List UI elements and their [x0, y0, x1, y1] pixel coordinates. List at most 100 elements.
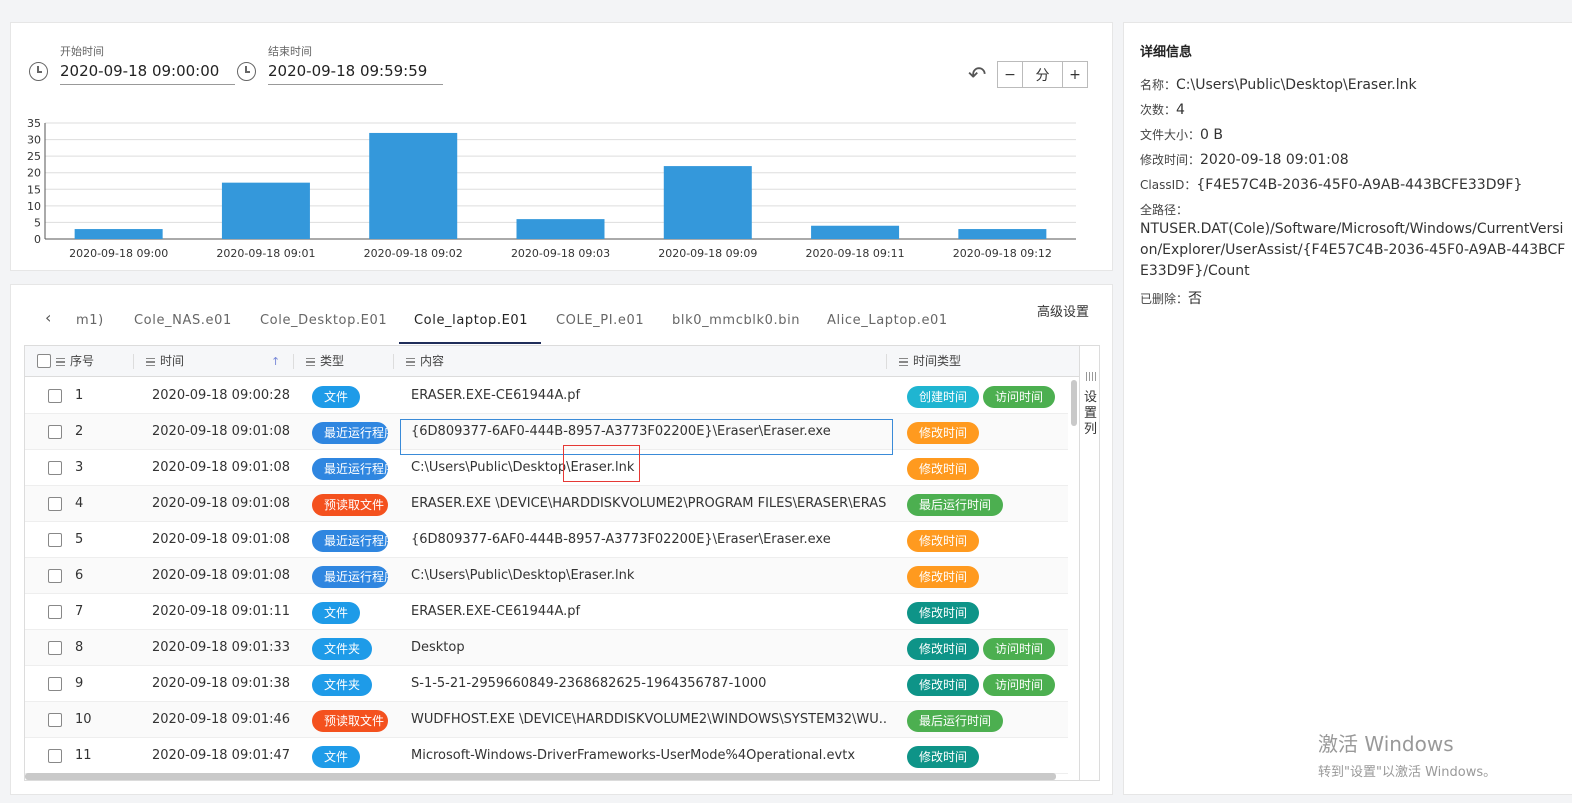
row-type-badge: 最近运行程序 — [312, 566, 388, 588]
active-tab-indicator — [399, 342, 541, 344]
sort-ascending-icon[interactable]: ↑ — [271, 346, 280, 377]
detail-mtime-value: 2020-09-18 09:01:08 — [1200, 152, 1349, 168]
table-row[interactable]: 5 2020-09-18 09:01:08 最近运行程序 {6D809377-6AF0… — [25, 522, 1068, 558]
detail-title: 详细信息 — [1140, 45, 1193, 60]
detail-classid-label: ClassID： — [1140, 178, 1197, 192]
row-seq: 8 — [75, 640, 84, 655]
table-row[interactable]: 1 2020-09-18 09:00:28 文件 ERASER.EXE-CE61944… — [25, 378, 1068, 414]
evidence-tabs: ‹ m1) Cole_NAS.e01 Cole_Desktop.E01 Cole… — [11, 303, 1101, 345]
table-row[interactable]: 11 2020-09-18 09:01:47 文件 Microsoft-Windows… — [25, 738, 1068, 774]
detail-name-value: C:\Users\Public\Desktop\Eraser.lnk — [1176, 77, 1417, 93]
table-row[interactable]: 9 2020-09-18 09:01:38 文件夹 S-1-5-21-29596608… — [25, 666, 1068, 702]
row-checkbox[interactable] — [48, 713, 62, 727]
table-row[interactable]: 8 2020-09-18 09:01:33 文件夹 Desktop 修改时间 访问时间 — [25, 630, 1068, 666]
row-content: C:\Users\Public\Desktop\Eraser.lnk — [411, 460, 635, 475]
tab-cole-nas[interactable]: Cole_NAS.e01 — [134, 313, 232, 328]
row-time-type-badge: 修改时间 — [907, 746, 980, 768]
tab-m1[interactable]: m1) — [76, 313, 104, 328]
table-row[interactable]: 4 2020-09-18 09:01:08 预读取文件 ERASER.EXE \DEV… — [25, 486, 1068, 522]
row-seq: 10 — [75, 712, 92, 727]
end-time-input[interactable]: 2020-09-18 09:59:59 — [268, 62, 443, 85]
row-seq: 6 — [75, 568, 84, 583]
detail-path-key: 全路径： — [1140, 203, 1189, 217]
row-seq: 5 — [75, 532, 84, 547]
tab-cole-pi[interactable]: COLE_PI.e01 — [556, 313, 644, 328]
detail-count-value: 4 — [1176, 102, 1185, 118]
row-checkbox[interactable] — [48, 605, 62, 619]
row-content: Microsoft-Windows-DriverFrameworks-UserM… — [411, 748, 856, 763]
row-seq: 7 — [75, 604, 84, 619]
column-content[interactable]: 内容 — [406, 346, 444, 377]
chart-y-tick-label: 30 — [27, 134, 41, 147]
column-type-label: 类型 — [320, 354, 345, 368]
table-row[interactable]: 10 2020-09-18 09:01:46 预读取文件 WUDFHOST.EXE \… — [25, 702, 1068, 738]
row-seq: 11 — [75, 748, 92, 763]
row-type-badge: 文件夹 — [312, 674, 373, 696]
chart-x-tick-label: 2020-09-18 09:12 — [953, 247, 1052, 260]
set-columns-button[interactable]: |||| 设置列 — [1079, 345, 1100, 781]
column-time-type-label: 时间类型 — [913, 354, 962, 368]
chart-x-tick-label: 2020-09-18 09:01 — [216, 247, 315, 260]
tab-cole-laptop[interactable]: Cole_laptop.E01 — [414, 313, 528, 328]
detail-classid-value: {F4E57C4B-2036-45F0-A9AB-443BCFE33D9F} — [1196, 177, 1523, 193]
column-menu-icon — [146, 358, 155, 366]
row-content: WUDFHOST.EXE \DEVICE\HARDDISKVOLUME2\WIN… — [411, 712, 886, 727]
tab-blk0-mmcblk0[interactable]: blk0_mmcblk0.bin — [672, 313, 800, 328]
column-time[interactable]: 时间 — [146, 346, 184, 377]
column-time-type[interactable]: 时间类型 — [899, 346, 961, 377]
row-time-type-badge: 修改时间 — [907, 674, 980, 696]
chart-x-tick-label: 2020-09-18 09:00 — [69, 247, 168, 260]
row-checkbox[interactable] — [48, 425, 62, 439]
vertical-scrollbar[interactable] — [1071, 380, 1077, 426]
row-time-type-badge: 修改时间 — [907, 566, 980, 588]
detail-mtime-label: 修改时间： — [1140, 153, 1201, 167]
row-checkbox[interactable] — [48, 749, 62, 763]
table-row[interactable]: 7 2020-09-18 09:01:11 文件 ERASER.EXE-CE61944… — [25, 594, 1068, 630]
timeline-panel: 开始时间 2020-09-18 09:00:00 结束时间 2020-09-18… — [10, 22, 1113, 271]
column-divider — [293, 354, 294, 369]
detail-size-label: 文件大小： — [1140, 128, 1201, 142]
row-time: 2020-09-18 09:01:38 — [152, 676, 291, 691]
row-checkbox[interactable] — [48, 677, 62, 691]
row-checkbox[interactable] — [48, 461, 62, 475]
chart-x-tick-label: 2020-09-18 09:03 — [511, 247, 610, 260]
tab-alice-laptop[interactable]: Alice_Laptop.e01 — [827, 313, 948, 328]
zoom-out-button[interactable]: − — [997, 61, 1023, 88]
select-all-checkbox[interactable] — [37, 354, 51, 368]
row-time: 2020-09-18 09:01:08 — [152, 532, 291, 547]
detail-name: 名称：C:\Users\Public\Desktop\Eraser.lnk — [1140, 76, 1417, 93]
tab-cole-desktop[interactable]: Cole_Desktop.E01 — [260, 313, 387, 328]
row-seq: 3 — [75, 460, 84, 475]
table-row[interactable]: 6 2020-09-18 09:01:08 最近运行程序 C:\Users\Publi… — [25, 558, 1068, 594]
row-checkbox[interactable] — [48, 533, 62, 547]
clock-icon — [237, 62, 256, 81]
chart-bar — [663, 166, 752, 239]
row-checkbox[interactable] — [48, 389, 62, 403]
tab-scroll-left-icon[interactable]: ‹ — [45, 308, 52, 327]
detail-path-value: NTUSER.DAT(Cole)/Software/Microsoft/Wind… — [1140, 221, 1566, 279]
row-content: ERASER.EXE \DEVICE\HARDDISKVOLUME2\PROGR… — [411, 496, 886, 511]
row-checkbox[interactable] — [48, 569, 62, 583]
row-time-type-badge: 最后运行时间 — [907, 710, 1004, 732]
row-time-type-badge: 创建时间 — [907, 386, 980, 408]
table-row[interactable]: 3 2020-09-18 09:01:08 最近运行程序 C:\Users\Publi… — [25, 450, 1068, 486]
column-seq[interactable]: 序号 — [56, 346, 94, 377]
chart-bar — [516, 219, 605, 239]
row-time: 2020-09-18 09:01:47 — [152, 748, 291, 763]
column-menu-icon — [306, 358, 315, 366]
undo-icon[interactable]: ↶ — [968, 63, 986, 88]
row-time-type-badge: 修改时间 — [907, 530, 980, 552]
row-time: 2020-09-18 09:00:28 — [152, 388, 291, 403]
column-type[interactable]: 类型 — [306, 346, 344, 377]
column-divider — [886, 354, 887, 369]
row-checkbox[interactable] — [48, 497, 62, 511]
chart-y-tick-label: 5 — [34, 216, 41, 229]
start-time-input[interactable]: 2020-09-18 09:00:00 — [60, 62, 235, 85]
zoom-in-button[interactable]: + — [1062, 61, 1088, 88]
row-checkbox[interactable] — [48, 641, 62, 655]
detail-deleted-label: 已删除： — [1140, 292, 1189, 306]
row-time: 2020-09-18 09:01:46 — [152, 712, 291, 727]
advanced-settings-link[interactable]: 高级设置 — [1037, 301, 1089, 320]
clock-icon — [29, 62, 48, 81]
horizontal-scrollbar[interactable] — [25, 773, 1056, 780]
